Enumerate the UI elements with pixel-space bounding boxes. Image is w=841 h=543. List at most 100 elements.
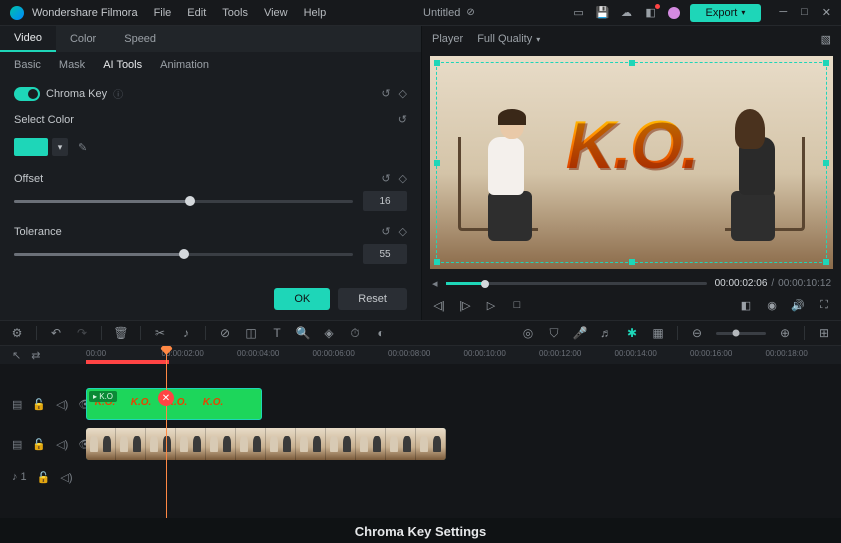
offset-label: Offset [14,173,43,185]
chevron-down-icon: ▾ [536,35,540,44]
player-scrubber-row: ◂ 00:00:02:06 / 00:00:10:12 [422,273,841,294]
cloud-icon[interactable]: ☁ [620,6,634,20]
timeline-toolbar: ⚙ ↶ ↷ 🗑 ✂ ♪ ⊘ ◫ T 🔍 ◈ ⏱ ◐ ◎ ⛉ 🎤 ♬ ✱ ▦ ⊖ … [0,320,841,346]
subtab-ai-tools[interactable]: AI Tools [103,59,142,71]
track-mute-icon[interactable]: ◁) [56,398,68,411]
eyedropper-icon[interactable]: ✎ [78,141,87,154]
track-lock-icon[interactable]: 🔓 [32,398,46,411]
chroma-color-swatch[interactable] [14,138,48,156]
offset-value[interactable]: 16 [363,191,407,211]
clip-video[interactable] [86,428,446,460]
text-icon[interactable]: T [270,326,284,340]
account-icon[interactable] [668,7,680,19]
track-mute-icon[interactable]: ◁) [60,471,72,484]
menu-edit[interactable]: Edit [187,7,206,19]
reset-icon[interactable]: ↺ [381,172,390,185]
menu-help[interactable]: Help [304,7,327,19]
cloud-unsynced-icon: ⊘ [466,7,474,18]
maximize-button[interactable]: □ [801,6,808,19]
pointer-tool-icon[interactable]: ↖ [12,349,21,362]
undo-icon[interactable]: ↶ [49,326,63,340]
player-header: Player Full Quality ▾ ▧ [422,26,841,52]
zoom-slider[interactable] [716,332,766,335]
player-tab[interactable]: Player [432,33,463,45]
titlebar-actions: ▭ 💾 ☁ ◧ Export ▾ ─ □ ✕ [572,4,831,22]
camera-icon[interactable]: ◉ [765,298,779,312]
playhead[interactable] [166,346,167,518]
export-button[interactable]: Export ▾ [690,4,762,22]
volume-icon[interactable]: 🔊 [791,298,805,312]
tab-color[interactable]: Color [56,26,110,52]
keyframe-icon[interactable]: ◇ [399,225,407,238]
clip-overlay[interactable]: ▸ K.O K.O.K.O.K.O.K.O. [86,388,262,420]
snapshot-icon[interactable]: ▧ [821,33,831,46]
fit-icon[interactable]: ⊞ [817,326,831,340]
mic-icon[interactable]: 🎤 [573,326,587,340]
redo-icon[interactable]: ↷ [75,326,89,340]
close-button[interactable]: ✕ [822,6,831,19]
tab-speed[interactable]: Speed [110,26,170,52]
menu-file[interactable]: File [154,7,172,19]
prev-frame-button[interactable]: ◁| [432,298,446,312]
reset-icon[interactable]: ↺ [381,87,390,100]
magnet-icon[interactable]: ✱ [625,326,639,340]
reset-icon[interactable]: ↺ [381,225,390,238]
player-scrubber[interactable] [446,282,707,285]
disable-icon[interactable]: ⊘ [218,326,232,340]
notification-icon[interactable]: ◧ [644,6,658,20]
reset-icon[interactable]: ↺ [398,113,407,126]
speed-icon[interactable]: ⏱ [348,326,362,340]
track-lock-icon[interactable]: 🔓 [32,438,46,451]
delete-marker[interactable]: ✕ [158,390,174,406]
keyframe-tool-icon[interactable]: ◈ [322,326,336,340]
transport-controls: ◁| |▷ ▷ □ ◧ ◉ 🔊 ⛶ [422,294,841,320]
stop-button[interactable]: □ [510,298,524,312]
mixer-icon[interactable]: ♬ [599,326,613,340]
subtab-mask[interactable]: Mask [59,59,85,71]
subtab-basic[interactable]: Basic [14,59,41,71]
marker-tool-icon[interactable]: ◎ [521,326,535,340]
menu-tools[interactable]: Tools [222,7,248,19]
track-mute-icon[interactable]: ◁) [56,438,68,451]
help-icon[interactable]: ⓘ [113,86,123,101]
mark-in-icon[interactable]: ◂ [432,277,438,290]
chroma-key-toggle[interactable] [14,87,40,101]
zoom-out-icon[interactable]: ⊖ [690,326,704,340]
preview-viewport[interactable]: K.O. [430,56,833,269]
save-icon[interactable]: 💾 [596,6,610,20]
ok-button[interactable]: OK [274,288,330,310]
color-dropdown[interactable]: ▾ [52,138,68,156]
crop-icon[interactable]: ◫ [244,326,258,340]
marker-icon[interactable]: ◧ [739,298,753,312]
link-icon[interactable]: ▦ [651,326,665,340]
search-icon[interactable]: 🔍 [296,326,310,340]
cut-icon[interactable]: ✂ [153,326,167,340]
menu-view[interactable]: View [264,7,288,19]
color-tool-icon[interactable]: ◐ [374,326,388,340]
play-button[interactable]: ▷ [484,298,498,312]
music-edit-icon[interactable]: ♪ [179,326,193,340]
tab-video[interactable]: Video [0,26,56,52]
track-collapse-icon[interactable]: ▤ [12,398,22,411]
zoom-in-icon[interactable]: ⊕ [778,326,792,340]
layout-icon[interactable]: ▭ [572,6,586,20]
track-lock-icon[interactable]: 🔓 [37,471,51,484]
track-collapse-icon[interactable]: ▤ [12,438,22,451]
minimize-button[interactable]: ─ [779,6,787,19]
settings-icon[interactable]: ⚙ [10,326,24,340]
guard-icon[interactable]: ⛉ [547,326,561,340]
offset-slider[interactable] [14,200,353,203]
subtab-animation[interactable]: Animation [160,59,209,71]
quality-selector[interactable]: Full Quality ▾ [477,33,540,45]
tolerance-value[interactable]: 55 [363,244,407,264]
keyframe-icon[interactable]: ◇ [399,87,407,100]
link-tool-icon[interactable]: ⇄ [31,349,40,362]
keyframe-icon[interactable]: ◇ [399,172,407,185]
step-back-button[interactable]: |▷ [458,298,472,312]
chevron-down-icon: ▾ [741,8,745,17]
tolerance-slider[interactable] [14,253,353,256]
delete-icon[interactable]: 🗑 [114,326,128,340]
track-audio: ♪ 1 🔓 ◁) [0,466,841,488]
fullscreen-icon[interactable]: ⛶ [817,298,831,312]
reset-button[interactable]: Reset [338,288,407,310]
